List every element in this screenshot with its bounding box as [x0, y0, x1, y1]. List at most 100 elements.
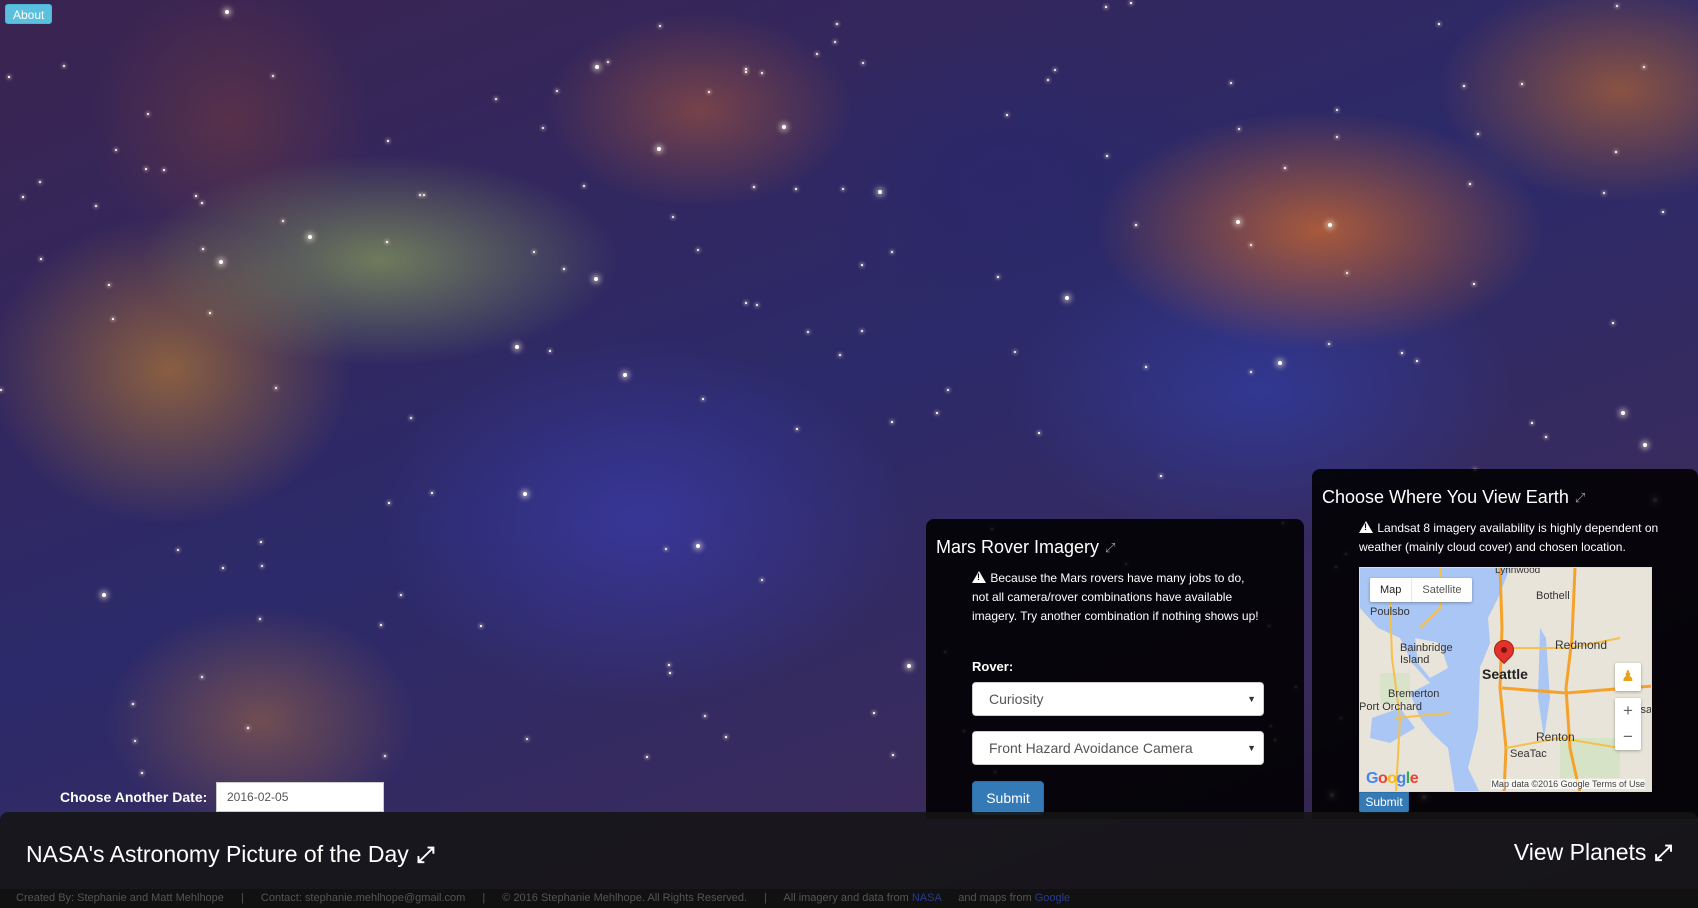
star — [697, 249, 699, 251]
star — [807, 331, 809, 333]
expand-mars-icon[interactable]: ⤢ — [1105, 540, 1115, 556]
star — [134, 740, 136, 742]
map-tab-map[interactable]: Map — [1370, 578, 1411, 602]
star — [761, 579, 763, 581]
apod-title: NASA's Astronomy Picture of the Day — [26, 841, 409, 867]
star — [387, 140, 389, 142]
star — [836, 23, 838, 25]
view-planets-link[interactable]: View Planets ⤢ — [1514, 839, 1672, 866]
star — [839, 354, 841, 356]
footer-imagery-text: All imagery and data from — [783, 892, 909, 904]
about-button[interactable]: About — [5, 4, 53, 24]
star — [260, 541, 262, 543]
star — [419, 194, 421, 196]
star — [526, 738, 528, 740]
rover-select[interactable]: Curiosity ▼ — [972, 682, 1264, 716]
map-type-control: Map Satellite — [1370, 578, 1472, 602]
map-label-bothell: Bothell — [1536, 590, 1570, 602]
expand-icon: ⤢ — [1654, 839, 1672, 865]
star — [936, 412, 938, 414]
star — [556, 90, 558, 92]
location-map[interactable]: Map Satellite Poulsbo Bothell Lynnwood B… — [1359, 567, 1652, 792]
mars-notice-text: Because the Mars rovers have many jobs t… — [972, 571, 1259, 623]
star — [891, 421, 893, 423]
earth-submit-button[interactable]: Submit — [1359, 792, 1409, 813]
star — [891, 251, 893, 253]
star — [842, 188, 844, 190]
chevron-down-icon: ▼ — [1247, 694, 1256, 704]
star — [1238, 128, 1240, 130]
star — [219, 260, 223, 264]
star — [725, 736, 727, 738]
star — [861, 330, 863, 332]
star — [261, 565, 263, 567]
footer-separator: | — [240, 892, 244, 904]
star — [0, 389, 2, 391]
mars-panel-title: Mars Rover Imagery — [936, 537, 1100, 557]
star — [1130, 2, 1132, 4]
star — [132, 703, 134, 705]
star — [431, 492, 433, 494]
star — [1014, 351, 1016, 353]
star — [282, 220, 284, 222]
footer-separator: | — [764, 892, 767, 904]
star — [39, 181, 41, 183]
street-view-pegman-icon[interactable]: ♟ — [1615, 663, 1641, 691]
star — [1643, 66, 1645, 68]
star — [1047, 79, 1049, 81]
star — [834, 41, 836, 43]
footer-google-link[interactable]: Google — [1035, 892, 1070, 904]
star — [386, 241, 388, 243]
star — [259, 618, 261, 620]
star — [1621, 411, 1625, 415]
star — [892, 754, 894, 756]
star — [782, 125, 786, 129]
camera-select[interactable]: Front Hazard Avoidance Camera ▼ — [972, 731, 1264, 765]
google-logo: Google — [1366, 770, 1419, 787]
rover-label: Rover: — [972, 659, 1014, 674]
star — [163, 169, 165, 171]
star — [549, 350, 551, 352]
mars-submit-button[interactable]: Submit — [972, 781, 1044, 815]
expand-icon: ⤢ — [416, 841, 435, 867]
star — [646, 756, 648, 758]
footer-contact: Contact: stephanie.mehlhope@gmail.com — [260, 892, 466, 904]
map-label-seattle: Seattle — [1482, 666, 1528, 682]
star — [308, 235, 312, 239]
star — [947, 389, 949, 391]
star — [247, 727, 249, 729]
star — [1463, 85, 1465, 87]
bottom-bar: NASA's Astronomy Picture of the Day ⤢ Vi… — [0, 812, 1698, 889]
zoom-out-icon[interactable]: − — [1615, 724, 1641, 750]
star — [141, 772, 143, 774]
star — [272, 75, 274, 77]
star — [495, 98, 497, 100]
star — [1145, 366, 1147, 368]
mars-notice: Because the Mars rovers have many jobs t… — [972, 569, 1262, 626]
star — [607, 61, 609, 63]
star — [63, 65, 65, 67]
star — [659, 25, 661, 27]
star — [195, 195, 197, 197]
star — [1106, 155, 1108, 157]
apod-title-link[interactable]: NASA's Astronomy Picture of the Day ⤢ — [26, 841, 434, 868]
star — [704, 715, 706, 717]
star — [1135, 224, 1137, 226]
map-tab-satellite[interactable]: Satellite — [1411, 578, 1471, 602]
star — [209, 312, 211, 314]
star — [583, 185, 585, 187]
expand-earth-icon[interactable]: ⤢ — [1575, 490, 1585, 506]
star — [400, 594, 402, 596]
star — [665, 548, 667, 550]
star — [1531, 422, 1533, 424]
star — [657, 147, 661, 151]
star — [1038, 432, 1040, 434]
star — [873, 712, 875, 714]
zoom-in-icon[interactable]: + — [1615, 698, 1641, 724]
date-input[interactable]: 2016-02-05 — [216, 782, 384, 812]
star — [702, 398, 704, 400]
star — [523, 492, 527, 496]
map-attribution[interactable]: Map data ©2016 Google Terms of Use — [1491, 779, 1645, 789]
star — [753, 186, 755, 188]
footer-nasa-link[interactable]: NASA — [912, 892, 941, 904]
